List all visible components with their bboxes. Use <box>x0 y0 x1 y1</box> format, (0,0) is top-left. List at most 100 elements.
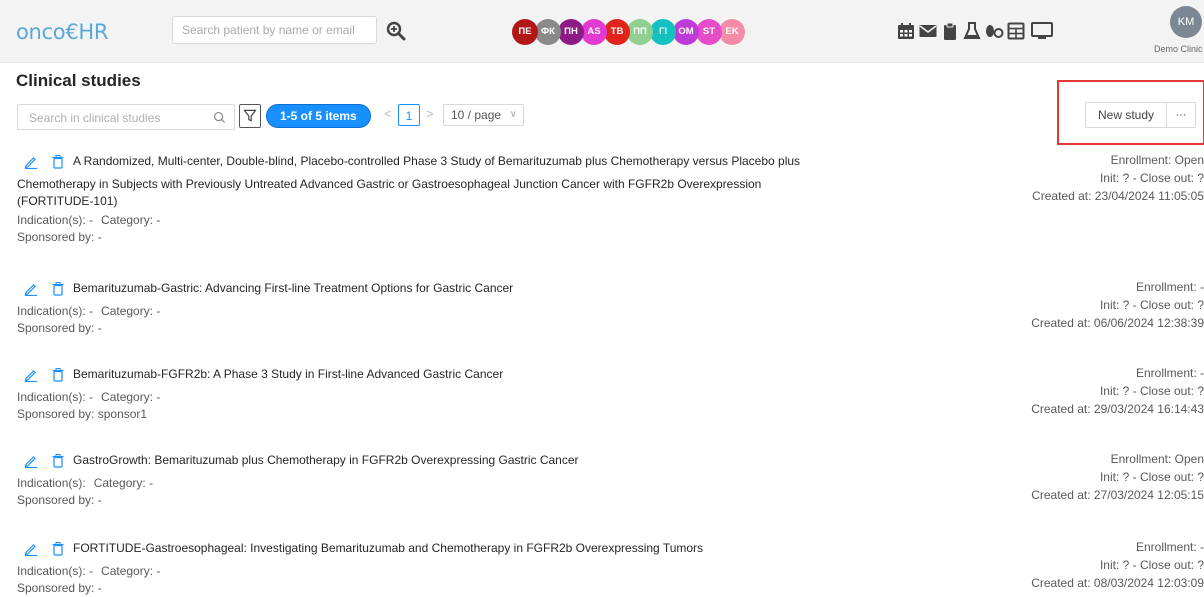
study-indication-category: Indication(s): - Category: - <box>17 389 160 406</box>
chevron-down-icon: ∨ <box>509 109 517 120</box>
study-item: FORTITUDE-Gastroesophageal: Investigatin… <box>0 538 1204 595</box>
zoom-in-search-icon[interactable] <box>386 21 406 41</box>
study-created-at: Created at: 29/03/2024 16:14:43 <box>1031 402 1204 416</box>
patient-avatar[interactable]: ПН <box>558 19 584 45</box>
app-logo[interactable]: onco€HR <box>16 20 109 44</box>
patient-avatar[interactable]: TB <box>604 19 630 45</box>
clinic-name: Demo Clinic <box>1154 44 1203 54</box>
calculator-icon[interactable] <box>1006 21 1026 41</box>
study-category: Category: - <box>101 564 161 578</box>
studies-search-box[interactable] <box>17 104 235 130</box>
study-item: GastroGrowth: Bemarituzumab plus Chemoth… <box>0 452 1204 513</box>
page-number-button[interactable]: 1 <box>398 104 420 126</box>
study-enrollment: Enrollment: Open <box>1110 153 1204 167</box>
study-enrollment: Enrollment: - <box>1135 540 1204 554</box>
edit-icon[interactable] <box>24 454 38 468</box>
study-indication: Indication(s): - <box>17 564 94 578</box>
study-title[interactable]: Bemarituzumab-Gastric: Advancing First-l… <box>73 281 513 295</box>
patient-search-input[interactable] <box>172 16 377 44</box>
study-indication-category: Indication(s): - Category: - <box>17 212 160 229</box>
study-init-close: Init: ? - Close out: ? <box>1099 558 1204 572</box>
delete-icon[interactable] <box>52 155 64 169</box>
delete-icon[interactable] <box>52 542 64 556</box>
study-status: Enrollment: - Init: ? - Close out: ? Cre… <box>1031 538 1204 592</box>
previous-page-button[interactable]: < <box>384 106 392 121</box>
clipboard-icon[interactable] <box>940 21 960 41</box>
calendar-icon[interactable] <box>896 21 916 41</box>
study-status: Enrollment: - Init: ? - Close out: ? Cre… <box>1031 278 1204 332</box>
study-title-continued[interactable]: Chemotherapy in Subjects with Previously… <box>17 176 837 210</box>
filter-button[interactable] <box>239 104 261 128</box>
study-category: Category: - <box>93 476 154 490</box>
study-enrollment: Enrollment: - <box>1135 366 1204 380</box>
study-enrollment: Enrollment: - <box>1135 280 1204 294</box>
study-init-close: Init: ? - Close out: ? <box>1099 171 1204 185</box>
study-indication-category: Indication(s): Category: - <box>17 475 153 492</box>
study-init-close: Init: ? - Close out: ? <box>1099 384 1204 398</box>
study-actions <box>24 282 68 298</box>
study-category: Category: - <box>101 390 161 404</box>
studies-search-input[interactable] <box>27 106 201 130</box>
study-indication: Indication(s): <box>17 476 86 490</box>
edit-icon[interactable] <box>24 368 38 382</box>
search-icon[interactable] <box>213 111 226 124</box>
study-title[interactable]: A Randomized, Multi-center, Double-blind… <box>73 154 800 168</box>
more-actions-button[interactable]: ··· <box>1166 102 1196 128</box>
study-init-close: Init: ? - Close out: ? <box>1099 298 1204 312</box>
study-category: Category: - <box>101 304 161 318</box>
study-indication-category: Indication(s): - Category: - <box>17 563 160 580</box>
new-study-button[interactable]: New study <box>1085 102 1167 128</box>
pills-icon[interactable] <box>984 21 1004 41</box>
study-sponsor: Sponsored by: - <box>17 581 102 595</box>
study-created-at: Created at: 06/06/2024 12:38:39 <box>1031 316 1204 330</box>
page-size-value: 10 / page <box>451 108 502 122</box>
study-status: Enrollment: Open Init: ? - Close out: ? … <box>1032 151 1204 205</box>
edit-icon[interactable] <box>24 155 38 169</box>
study-indication: Indication(s): - <box>17 390 94 404</box>
delete-icon[interactable] <box>52 368 64 382</box>
flask-icon[interactable] <box>962 21 982 41</box>
next-page-button[interactable]: > <box>426 106 434 121</box>
study-item: Bemarituzumab-Gastric: Advancing First-l… <box>0 278 1204 341</box>
study-actions <box>24 155 68 171</box>
study-created-at: Created at: 08/03/2024 12:03:09 <box>1031 576 1204 590</box>
study-item: Bemarituzumab-FGFR2b: A Phase 3 Study in… <box>0 366 1204 427</box>
patient-avatar[interactable]: ПП <box>627 19 653 45</box>
study-title[interactable]: FORTITUDE-Gastroesophageal: Investigatin… <box>73 541 703 555</box>
study-indication: Indication(s): - <box>17 304 94 318</box>
filter-icon <box>243 109 257 122</box>
study-created-at: Created at: 23/04/2024 11:05:05 <box>1032 189 1204 203</box>
user-avatar[interactable]: KM <box>1170 6 1202 38</box>
patient-avatar[interactable]: ПЕ <box>512 19 538 45</box>
study-category: Category: - <box>101 213 161 227</box>
study-title[interactable]: GastroGrowth: Bemarituzumab plus Chemoth… <box>73 453 579 467</box>
delete-icon[interactable] <box>52 454 64 468</box>
top-header: onco€HR ПЕ ФК ПН AS TB ПП ГІ OM ST EK <box>0 0 1204 63</box>
study-sponsor: Sponsored by: - <box>17 230 102 244</box>
patient-avatar[interactable]: EK <box>719 19 745 45</box>
patient-avatar[interactable]: OM <box>673 19 699 45</box>
study-actions <box>24 542 68 558</box>
mail-icon[interactable] <box>918 21 938 41</box>
study-actions <box>24 368 68 384</box>
edit-icon[interactable] <box>24 282 38 296</box>
study-indication: Indication(s): - <box>17 213 94 227</box>
monitor-icon[interactable] <box>1030 21 1054 41</box>
patient-avatar[interactable]: ST <box>696 19 722 45</box>
study-title[interactable]: Bemarituzumab-FGFR2b: A Phase 3 Study in… <box>73 367 503 381</box>
delete-icon[interactable] <box>52 282 64 296</box>
study-indication-category: Indication(s): - Category: - <box>17 303 160 320</box>
patient-avatar[interactable]: AS <box>581 19 607 45</box>
study-created-at: Created at: 27/03/2024 12:05:15 <box>1031 488 1204 502</box>
page-title: Clinical studies <box>16 71 141 90</box>
study-sponsor: Sponsored by: sponsor1 <box>17 407 148 421</box>
study-sponsor: Sponsored by: - <box>17 493 102 507</box>
study-actions <box>24 454 68 470</box>
patient-avatar[interactable]: ГІ <box>650 19 676 45</box>
edit-icon[interactable] <box>24 542 38 556</box>
study-enrollment: Enrollment: Open <box>1110 452 1204 466</box>
items-count-badge: 1-5 of 5 items <box>266 104 371 128</box>
patient-avatar[interactable]: ФК <box>535 19 561 45</box>
page-size-select[interactable]: 10 / page ∨ <box>443 104 524 126</box>
study-init-close: Init: ? - Close out: ? <box>1099 470 1204 484</box>
